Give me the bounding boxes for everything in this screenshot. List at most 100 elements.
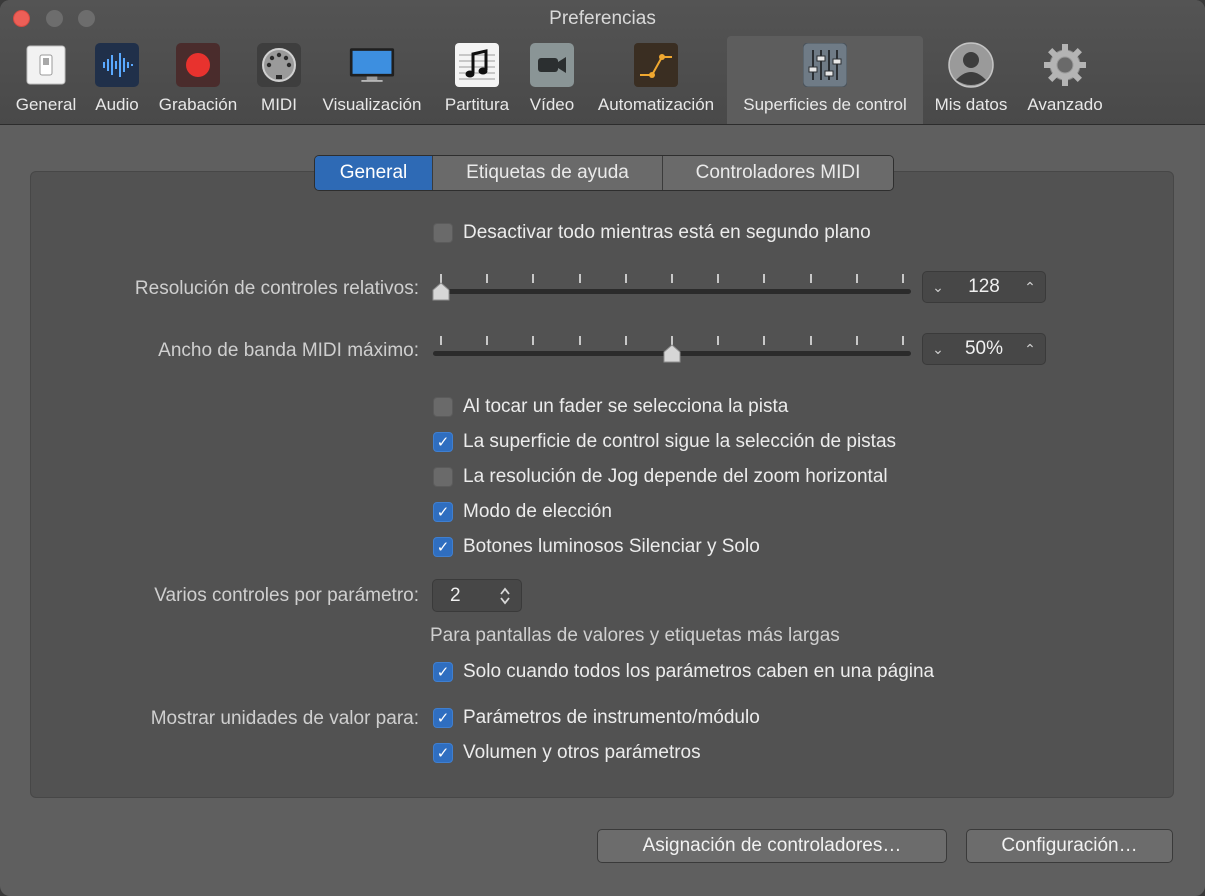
relative-resolution-stepper[interactable]: ⌄ 128 ⌃ bbox=[922, 271, 1046, 303]
toolbar-label-recording: Grabación bbox=[158, 95, 238, 114]
multiple-controls-label: Varios controles por parámetro: bbox=[154, 585, 419, 606]
slider-tick bbox=[624, 274, 627, 283]
option-label: Parámetros de instrumento/módulo bbox=[463, 707, 760, 728]
option-fader-selects-track[interactable]: Al tocar un fader se selecciona la pista bbox=[433, 396, 788, 418]
midi-bandwidth-label: Ancho de banda MIDI máximo: bbox=[158, 340, 419, 361]
multiple-controls-value: 2 bbox=[450, 585, 461, 606]
multiple-controls-note: Para pantallas de valores y etiquetas má… bbox=[430, 625, 840, 646]
option-only-when-fit[interactable]: ✓ Solo cuando todos los parámetros caben… bbox=[433, 661, 934, 683]
option-surface-follows-selection[interactable]: ✓ La superficie de control sigue la sele… bbox=[433, 431, 896, 453]
slider-track bbox=[433, 289, 911, 294]
chevron-down-icon[interactable]: ⌄ bbox=[931, 341, 945, 358]
chevron-down-icon[interactable]: ⌄ bbox=[931, 279, 945, 296]
slider-tick bbox=[809, 274, 812, 283]
toolbar-item-display[interactable]: Visualización bbox=[314, 36, 430, 124]
slider-thumb[interactable] bbox=[431, 282, 451, 302]
toolbar-label-automation: Automatización bbox=[597, 95, 715, 114]
slider-tick bbox=[902, 336, 904, 345]
instrument-params-checkbox[interactable]: ✓ bbox=[433, 708, 453, 728]
toolbar-item-general[interactable]: General bbox=[8, 36, 84, 124]
jog-resolution-zoom-checkbox[interactable] bbox=[433, 467, 453, 487]
waveform-icon bbox=[94, 42, 140, 88]
tab-help-tags[interactable]: Etiquetas de ayuda bbox=[433, 156, 663, 190]
tab-midi-controllers[interactable]: Controladores MIDI bbox=[663, 156, 893, 190]
toolbar-item-audio[interactable]: Audio bbox=[86, 36, 148, 124]
relative-resolution-label: Resolución de controles relativos: bbox=[134, 278, 419, 299]
toolbar-item-recording[interactable]: Grabación bbox=[152, 36, 244, 124]
option-pick-mode[interactable]: ✓ Modo de elección bbox=[433, 501, 612, 523]
relative-resolution-value: 128 bbox=[968, 276, 1000, 297]
toolbar-item-score[interactable]: Partitura bbox=[438, 36, 516, 124]
toolbar-label-general: General bbox=[15, 95, 77, 114]
option-volume-params[interactable]: ✓ Volumen y otros parámetros bbox=[433, 742, 701, 764]
disable-in-background-checkbox[interactable] bbox=[433, 223, 453, 243]
title-toolbar-area: Preferencias General Audio Grabación MID… bbox=[0, 0, 1205, 125]
disable-in-background-label: Desactivar todo mientras está en segundo… bbox=[463, 222, 871, 243]
midi-bandwidth-slider[interactable] bbox=[433, 336, 911, 366]
fader-selects-track-checkbox[interactable] bbox=[433, 397, 453, 417]
faders-icon bbox=[802, 42, 848, 88]
chevron-up-icon[interactable]: ⌃ bbox=[1023, 341, 1037, 358]
value-units-label: Mostrar unidades de valor para: bbox=[150, 708, 419, 729]
midi-plug-icon bbox=[256, 42, 302, 88]
option-instrument-params[interactable]: ✓ Parámetros de instrumento/módulo bbox=[433, 707, 760, 729]
surface-follows-selection-checkbox[interactable]: ✓ bbox=[433, 432, 453, 452]
option-label: La superficie de control sigue la selecc… bbox=[463, 431, 897, 452]
slider-tick bbox=[486, 336, 489, 345]
record-icon bbox=[175, 42, 221, 88]
slider-tick bbox=[486, 274, 489, 283]
chevron-up-icon[interactable]: ⌃ bbox=[1023, 279, 1037, 296]
user-silhouette-icon bbox=[948, 42, 994, 88]
option-label: Modo de elección bbox=[463, 501, 612, 522]
toolbar-label-advanced: Avanzado bbox=[1027, 95, 1103, 114]
gear-icon bbox=[1042, 42, 1088, 88]
pick-mode-checkbox[interactable]: ✓ bbox=[433, 502, 453, 522]
slider-tick bbox=[671, 274, 673, 283]
slider-tick bbox=[440, 336, 442, 345]
toolbar-label-audio: Audio bbox=[95, 95, 139, 114]
slider-tick bbox=[717, 336, 720, 345]
slider-tick bbox=[532, 336, 535, 345]
option-label: Volumen y otros parámetros bbox=[463, 742, 701, 763]
preferences-window: Preferencias General Audio Grabación MID… bbox=[0, 0, 1205, 896]
option-label: Botones luminosos Silenciar y Solo bbox=[463, 536, 760, 557]
automation-icon bbox=[633, 42, 679, 88]
midi-bandwidth-stepper[interactable]: ⌄ 50% ⌃ bbox=[922, 333, 1046, 365]
slider-tick bbox=[763, 336, 766, 345]
relative-resolution-slider[interactable] bbox=[431, 274, 911, 304]
volume-params-checkbox[interactable]: ✓ bbox=[433, 743, 453, 763]
slider-tick bbox=[855, 336, 858, 345]
toolbar-item-control-surfaces[interactable]: Superficies de control bbox=[727, 36, 923, 124]
multiple-controls-popup[interactable]: 2 bbox=[432, 579, 522, 612]
option-flashing-mute-solo[interactable]: ✓ Botones luminosos Silenciar y Solo bbox=[433, 536, 760, 558]
only-when-fit-checkbox[interactable]: ✓ bbox=[433, 662, 453, 682]
segmented-tabs: General Etiquetas de ayuda Controladores… bbox=[314, 155, 894, 191]
up-down-chevron-icon bbox=[500, 587, 510, 605]
slider-tick bbox=[717, 274, 720, 283]
slider-tick bbox=[624, 336, 627, 345]
toolbar-label-video: Vídeo bbox=[529, 95, 575, 114]
tab-general[interactable]: General bbox=[315, 156, 433, 190]
switch-icon bbox=[23, 42, 69, 88]
disable-in-background-option[interactable]: Desactivar todo mientras está en segundo… bbox=[433, 222, 871, 244]
slider-tick bbox=[763, 274, 766, 283]
option-jog-resolution-zoom[interactable]: La resolución de Jog depende del zoom ho… bbox=[433, 466, 888, 488]
controller-assignments-button[interactable]: Asignación de controladores… bbox=[597, 829, 947, 863]
video-camera-icon bbox=[529, 42, 575, 88]
toolbar-label-midi: MIDI bbox=[261, 95, 297, 114]
slider-thumb[interactable] bbox=[662, 344, 682, 364]
option-label: Solo cuando todos los parámetros caben e… bbox=[463, 661, 935, 682]
slider-tick bbox=[578, 274, 581, 283]
slider-tick bbox=[902, 274, 904, 283]
toolbar-item-my-info[interactable]: Mis datos bbox=[926, 36, 1016, 124]
toolbar-item-advanced[interactable]: Avanzado bbox=[1020, 36, 1110, 124]
music-note-icon bbox=[454, 42, 500, 88]
flashing-mute-solo-checkbox[interactable]: ✓ bbox=[433, 537, 453, 557]
toolbar-item-midi[interactable]: MIDI bbox=[252, 36, 306, 124]
slider-tick bbox=[809, 336, 812, 345]
slider-tick bbox=[532, 274, 535, 283]
toolbar-label-display: Visualización bbox=[322, 95, 422, 114]
setup-button[interactable]: Configuración… bbox=[966, 829, 1173, 863]
toolbar-item-automation[interactable]: Automatización bbox=[588, 36, 724, 124]
toolbar-item-video[interactable]: Vídeo bbox=[524, 36, 580, 124]
